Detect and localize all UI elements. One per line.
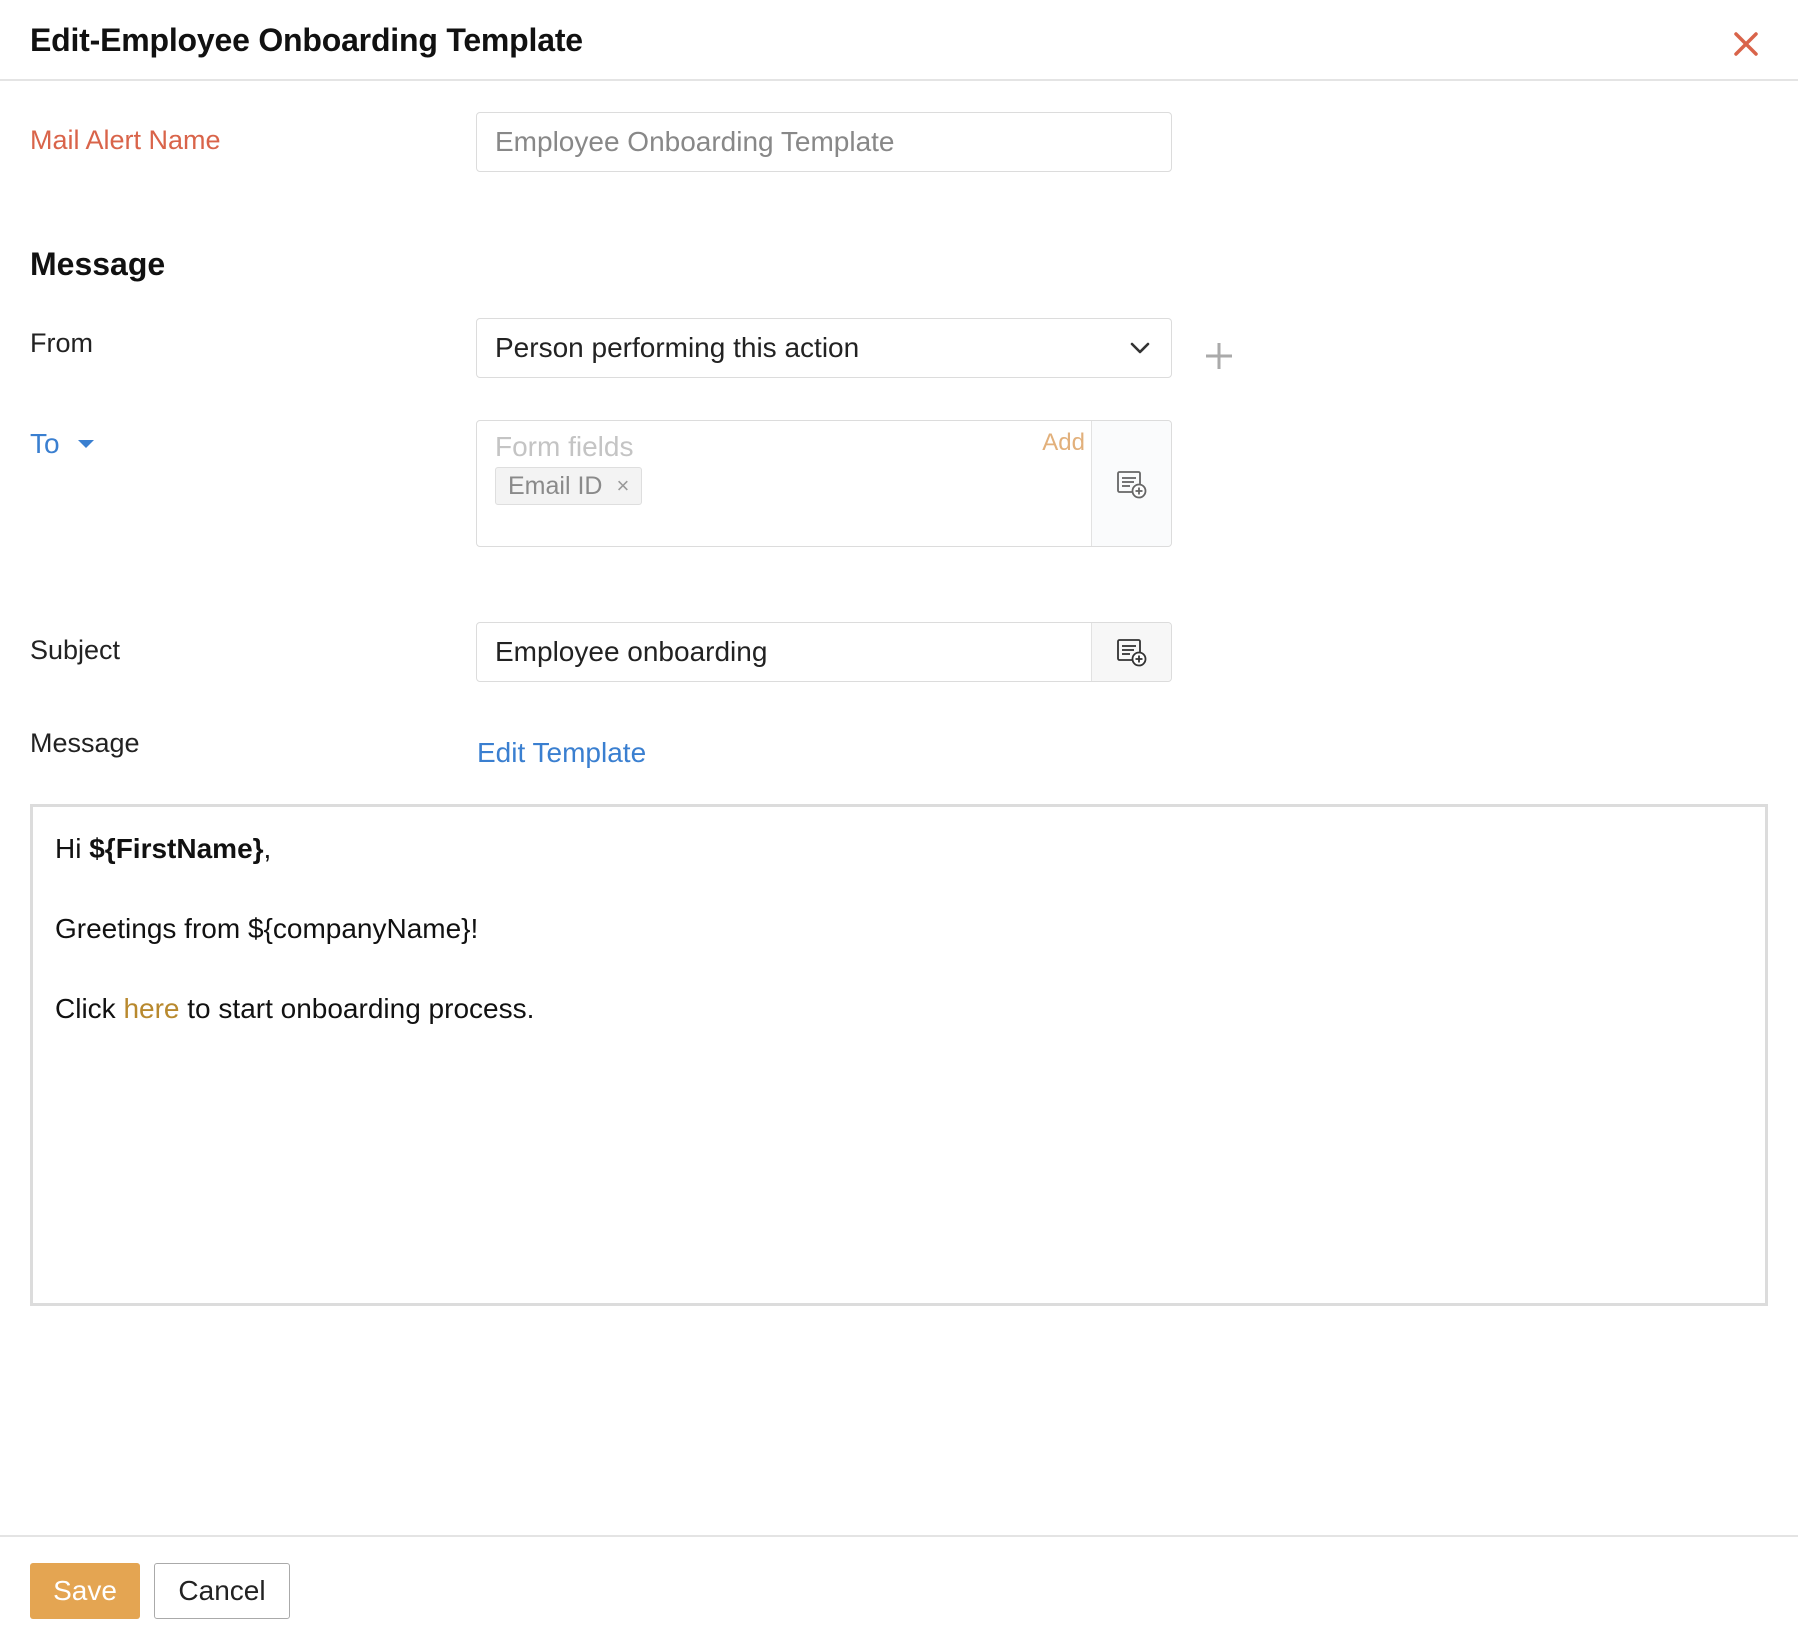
dialog-footer: Save Cancel: [0, 1535, 1798, 1648]
to-label: To: [30, 428, 60, 459]
dialog-header: Edit-Employee Onboarding Template: [0, 0, 1798, 81]
dialog-title: Edit-Employee Onboarding Template: [30, 22, 583, 58]
to-recipient-type-toggle[interactable]: To: [30, 428, 94, 460]
recipient-chip: Email ID ×: [495, 467, 643, 505]
mail-alert-name-value: Employee Onboarding Template: [495, 126, 895, 157]
mail-alert-name-label: Mail Alert Name: [30, 125, 221, 155]
to-recipients-field[interactable]: Form fields Add Email ID ×: [476, 420, 1172, 547]
editor-line-company: Greetings from ${companyName}!: [55, 913, 479, 944]
save-button[interactable]: Save: [30, 1563, 140, 1619]
plus-icon[interactable]: [1203, 340, 1235, 372]
message-label: Message: [30, 728, 140, 758]
cancel-button[interactable]: Cancel: [154, 1563, 290, 1619]
insert-field-icon: [1116, 639, 1146, 667]
chevron-down-icon: [1130, 342, 1150, 354]
editor-line-greeting: Hi ${FirstName},: [55, 833, 272, 864]
from-select-value: Person performing this action: [495, 332, 860, 363]
caret-down-icon: [77, 440, 94, 448]
to-placeholder: Form fields: [495, 431, 634, 462]
from-select[interactable]: Person performing this action: [476, 318, 1172, 378]
subject-input[interactable]: Employee onboarding: [476, 622, 1172, 682]
firstname-placeholder: ${FirstName}: [89, 833, 264, 864]
insert-field-icon: [1116, 470, 1146, 498]
subject-value: Employee onboarding: [495, 636, 768, 667]
recipient-chip-label: Email ID: [508, 471, 603, 500]
editor-line-action: Click here to start onboarding process.: [55, 993, 535, 1024]
close-icon[interactable]: [1726, 24, 1766, 64]
subject-insert-field-button[interactable]: [1091, 623, 1171, 681]
mail-alert-name-input[interactable]: Employee Onboarding Template: [476, 112, 1172, 172]
to-add-link[interactable]: Add: [1042, 429, 1085, 457]
message-section-title: Message: [30, 246, 166, 282]
insert-field-button[interactable]: [1091, 421, 1171, 546]
from-label: From: [30, 328, 93, 358]
subject-label: Subject: [30, 635, 121, 665]
here-link[interactable]: here: [123, 993, 179, 1024]
remove-chip-icon[interactable]: ×: [616, 473, 629, 499]
message-editor[interactable]: Hi ${FirstName}, Greetings from ${compan…: [30, 804, 1768, 1306]
edit-template-link[interactable]: Edit Template: [477, 737, 646, 769]
